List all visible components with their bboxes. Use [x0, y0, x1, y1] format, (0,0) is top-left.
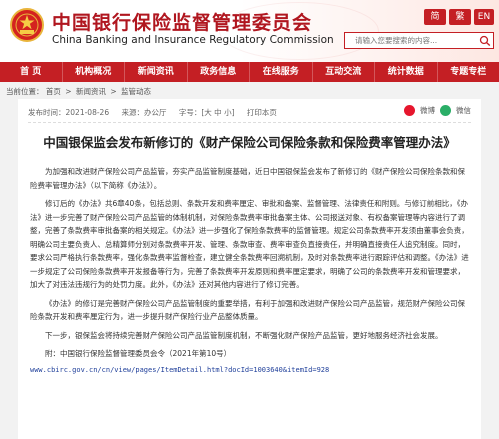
article-paragraph: 修订后的《办法》共6章40条，包括总则、条款开发和费率厘定、审批和备案、监督管理… — [30, 199, 469, 289]
site-title[interactable]: 中国银行保险监督管理委员会 — [52, 8, 312, 35]
divider — [28, 122, 471, 123]
breadcrumb-home[interactable]: 首页 — [46, 87, 61, 96]
nav-news[interactable]: 新闻资讯 — [125, 62, 188, 82]
nav-about[interactable]: 机构概况 — [63, 62, 125, 82]
wechat-icon[interactable] — [440, 105, 451, 116]
breadcrumb-label: 当前位置： — [6, 87, 44, 96]
search-icon[interactable] — [479, 35, 491, 46]
article-paragraph: 《办法》的修订是完善财产保险公司产品监管制度的重要举措，有利于加强和改进财产保险… — [30, 298, 465, 322]
article-source: 来源：办公厅 — [121, 108, 167, 117]
lang-english-button[interactable]: EN — [474, 9, 494, 25]
search-input[interactable]: 请输入您要搜索的内容... — [344, 32, 494, 49]
print-link[interactable]: 打印本页 — [247, 108, 277, 117]
article-panel: 发布时间：2021-08-26 来源：办公厅 字号：[大 中 小] 打印本页 微… — [18, 99, 481, 439]
nav-home[interactable]: 首 页 — [0, 62, 63, 82]
breadcrumb-regulatory[interactable]: 监管动态 — [121, 87, 151, 96]
national-emblem-icon[interactable] — [10, 8, 44, 42]
nav-online-service[interactable]: 在线服务 — [250, 62, 313, 82]
attachment-label: 附：中国银行保险监督管理委员会令（2021年第10号） — [45, 349, 232, 358]
nav-government-info[interactable]: 政务信息 — [188, 62, 250, 82]
main-nav: 首 页 机构概况 新闻资讯 政务信息 在线服务 互动交流 统计数据 专题专栏 — [0, 62, 499, 82]
nav-interaction[interactable]: 互动交流 — [313, 62, 375, 82]
publish-time: 发布时间：2021-08-26 — [28, 108, 110, 117]
site-header: 中国银行保险监督管理委员会 China Banking and Insuranc… — [0, 0, 499, 62]
lang-traditional-button[interactable]: 繁 — [449, 9, 471, 25]
share-bar: 微博 微信 — [404, 105, 471, 116]
font-size-control[interactable]: 字号：[大 中 小] — [179, 108, 235, 117]
share-weibo-label[interactable]: 微博 — [420, 105, 435, 116]
article-meta: 发布时间：2021-08-26 来源：办公厅 字号：[大 中 小] 打印本页 — [28, 107, 287, 118]
attachment-link[interactable]: www.cbirc.gov.cn/cn/view/pages/ItemDetai… — [30, 364, 470, 378]
search-placeholder: 请输入您要搜索的内容... — [355, 36, 438, 45]
share-wechat-label[interactable]: 微信 — [456, 105, 471, 116]
weibo-icon[interactable] — [404, 105, 415, 116]
site-title-english: China Banking and Insurance Regulatory C… — [52, 34, 334, 46]
article-title: 中国银保监会发布新修订的《财产保险公司保险条款和保险费率管理办法》 — [43, 135, 456, 150]
nav-statistics[interactable]: 统计数据 — [375, 62, 438, 82]
article-paragraph: 下一步，银保监会将持续完善财产保险公司产品监管制度机制，不断强化财产保险产品监管… — [45, 330, 443, 340]
nav-special-topics[interactable]: 专题专栏 — [438, 62, 499, 82]
article-body: 为加强和改进财产保险公司产品监管，夯实产品监管制度基础，近日中国银保监会发布了新… — [30, 165, 470, 382]
breadcrumb: 当前位置： 首页 > 新闻资讯 > 监管动态 — [6, 87, 152, 96]
breadcrumb-news[interactable]: 新闻资讯 — [76, 87, 106, 96]
article-paragraph: 为加强和改进财产保险公司产品监管，夯实产品监管制度基础，近日中国银保监会发布了新… — [30, 167, 465, 190]
lang-simplified-button[interactable]: 简 — [424, 9, 446, 25]
